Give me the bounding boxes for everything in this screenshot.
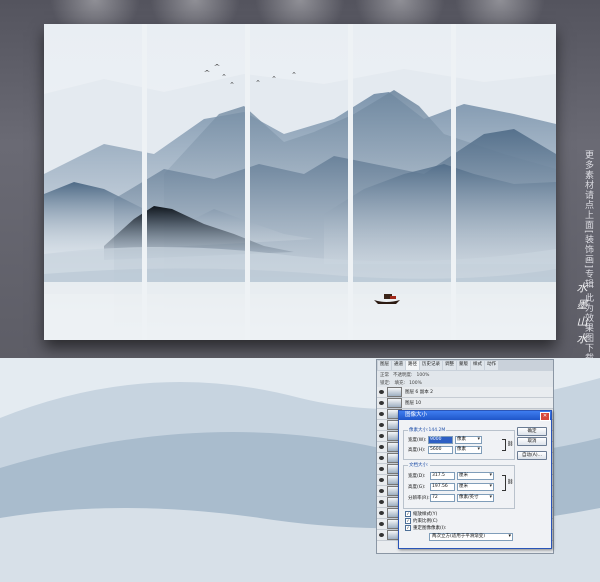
doc-height-row: 高度(G): 197.56 厘米 [408, 483, 494, 491]
eye-icon[interactable] [379, 412, 384, 416]
landscape-art [147, 24, 245, 340]
dialog-title-bar[interactable]: 图像大小 ✕ [399, 411, 551, 421]
image-size-dialog: 图像大小 ✕ 像素大小:144.2M 宽度(W): 9000 像素 高度(H):… [398, 410, 552, 549]
height-field[interactable]: 5600 [428, 446, 453, 454]
tab-history[interactable]: 历史记录 [420, 361, 442, 370]
checkbox-label: 约束比例(C) [413, 519, 438, 524]
height-row: 高度(H): 5600 像素 [408, 446, 482, 454]
eye-icon[interactable] [379, 500, 384, 504]
ink-landscape-mural [44, 24, 556, 340]
link-bracket [502, 439, 506, 451]
layer-name: 图层 10 [405, 401, 422, 406]
doc-height-field[interactable]: 197.56 [430, 483, 455, 491]
eye-icon[interactable] [379, 467, 384, 471]
eye-icon[interactable] [379, 478, 384, 482]
mural-panel-4 [353, 24, 451, 340]
mural-panel-2 [147, 24, 245, 340]
tab-channels[interactable]: 通道 [392, 361, 405, 370]
fill-value[interactable]: 100% [409, 381, 422, 386]
eye-icon[interactable] [379, 489, 384, 493]
eye-icon[interactable] [379, 522, 384, 526]
width-field[interactable]: 9000 [428, 436, 453, 444]
tab-adjust[interactable]: 调整 [443, 361, 456, 370]
doc-width-row: 宽度(D): 317.5 厘米 [408, 472, 494, 480]
lock-label: 锁定: [380, 381, 391, 386]
tab-styles[interactable]: 样式 [471, 361, 484, 370]
mural-panel-1 [44, 24, 142, 340]
landscape-art [353, 24, 451, 340]
doc-group-label: 文档大小: [408, 462, 430, 468]
calligraphy-title: 水墨山水 [575, 282, 588, 350]
landscape-art [250, 24, 348, 340]
constrain-checkbox[interactable]: ✓ 约束比例(C) [405, 518, 438, 524]
height-unit-select[interactable]: 像素 [455, 446, 482, 454]
resample-checkbox[interactable]: ✓ 重定图像像素(I): [405, 525, 446, 531]
layer-options: 正常 不透明度: 100% [377, 371, 553, 379]
tab-paths[interactable]: 路径 [406, 361, 419, 370]
layer-row[interactable]: 图层 6 副本 2 [377, 387, 553, 398]
checkbox[interactable]: ✓ [405, 511, 411, 517]
opacity-label: 不透明度: [393, 373, 413, 378]
fill-label: 填充: [394, 381, 406, 386]
eye-icon[interactable] [379, 401, 384, 405]
landscape-art [456, 24, 556, 340]
auto-button[interactable]: 自动(A)... [517, 451, 547, 460]
resolution-row: 分辨率(R): 72 像素/英寸 [408, 494, 494, 502]
checkbox[interactable]: ✓ [405, 525, 411, 531]
cancel-button[interactable]: 取消 [517, 437, 547, 446]
width-row: 宽度(W): 9000 像素 [408, 436, 482, 444]
dialog-title: 图像大小 [405, 412, 428, 418]
checkbox-label: 重定图像像素(I): [413, 526, 447, 531]
document-size-group: 文档大小: 宽度(D): 317.5 厘米 高度(G): 197.56 厘米 分… [403, 462, 515, 509]
doc-height-unit-select[interactable]: 厘米 [457, 483, 494, 491]
mural-panel-5 [456, 24, 556, 340]
resolution-unit-select[interactable]: 像素/英寸 [457, 494, 494, 502]
checkbox[interactable]: ✓ [405, 518, 411, 524]
mural-panel-3 [250, 24, 348, 340]
eye-icon[interactable] [379, 390, 384, 394]
doc-height-label: 高度(G): [408, 485, 426, 490]
pixel-group-label: 像素大小:144.2M [408, 427, 447, 433]
ok-button[interactable]: 确定 [517, 427, 547, 436]
doc-width-unit-select[interactable]: 厘米 [457, 472, 494, 480]
pixel-dimensions-group: 像素大小:144.2M 宽度(W): 9000 像素 高度(H): 5600 像… [403, 427, 515, 460]
eye-icon[interactable] [379, 445, 384, 449]
doc-width-label: 宽度(D): [408, 474, 426, 479]
blend-mode[interactable]: 正常 [380, 372, 389, 378]
landscape-art [44, 24, 142, 340]
opacity-value[interactable]: 100% [417, 373, 430, 378]
eye-icon[interactable] [379, 423, 384, 427]
eye-icon[interactable] [379, 533, 384, 537]
layer-thumbnail [387, 387, 402, 397]
eye-icon[interactable] [379, 456, 384, 460]
link-bracket [502, 475, 506, 491]
eye-icon[interactable] [379, 434, 384, 438]
panel-tabs: 图层 通道 路径 历史记录 调整 蒙版 样式 动作 [377, 360, 553, 371]
lock-options: 锁定: 填充: 100% [377, 379, 553, 387]
scale-styles-checkbox[interactable]: ✓ 缩放样式(Y) [405, 511, 437, 517]
doc-width-field[interactable]: 317.5 [430, 472, 455, 480]
layer-thumbnail [387, 398, 402, 408]
width-unit-select[interactable]: 像素 [455, 436, 482, 444]
layer-row[interactable]: 图层 10 [377, 398, 553, 409]
close-icon[interactable]: ✕ [540, 412, 550, 421]
tab-actions[interactable]: 动作 [485, 361, 498, 370]
checkbox-label: 缩放样式(Y) [413, 512, 438, 517]
layer-name: 图层 6 副本 2 [405, 390, 434, 395]
chain-icon: ⛓ [507, 441, 514, 447]
eye-icon[interactable] [379, 511, 384, 515]
tab-layers[interactable]: 图层 [378, 361, 391, 370]
resample-method-select[interactable]: 两次立方(适用于平滑渐变) [429, 533, 513, 541]
height-label: 高度(H): [408, 448, 426, 453]
chain-icon: ⛓ [507, 479, 514, 485]
tab-mask[interactable]: 蒙版 [457, 361, 470, 370]
resolution-field[interactable]: 72 [430, 494, 455, 502]
width-label: 宽度(W): [408, 438, 427, 443]
resolution-label: 分辨率(R): [408, 496, 430, 501]
